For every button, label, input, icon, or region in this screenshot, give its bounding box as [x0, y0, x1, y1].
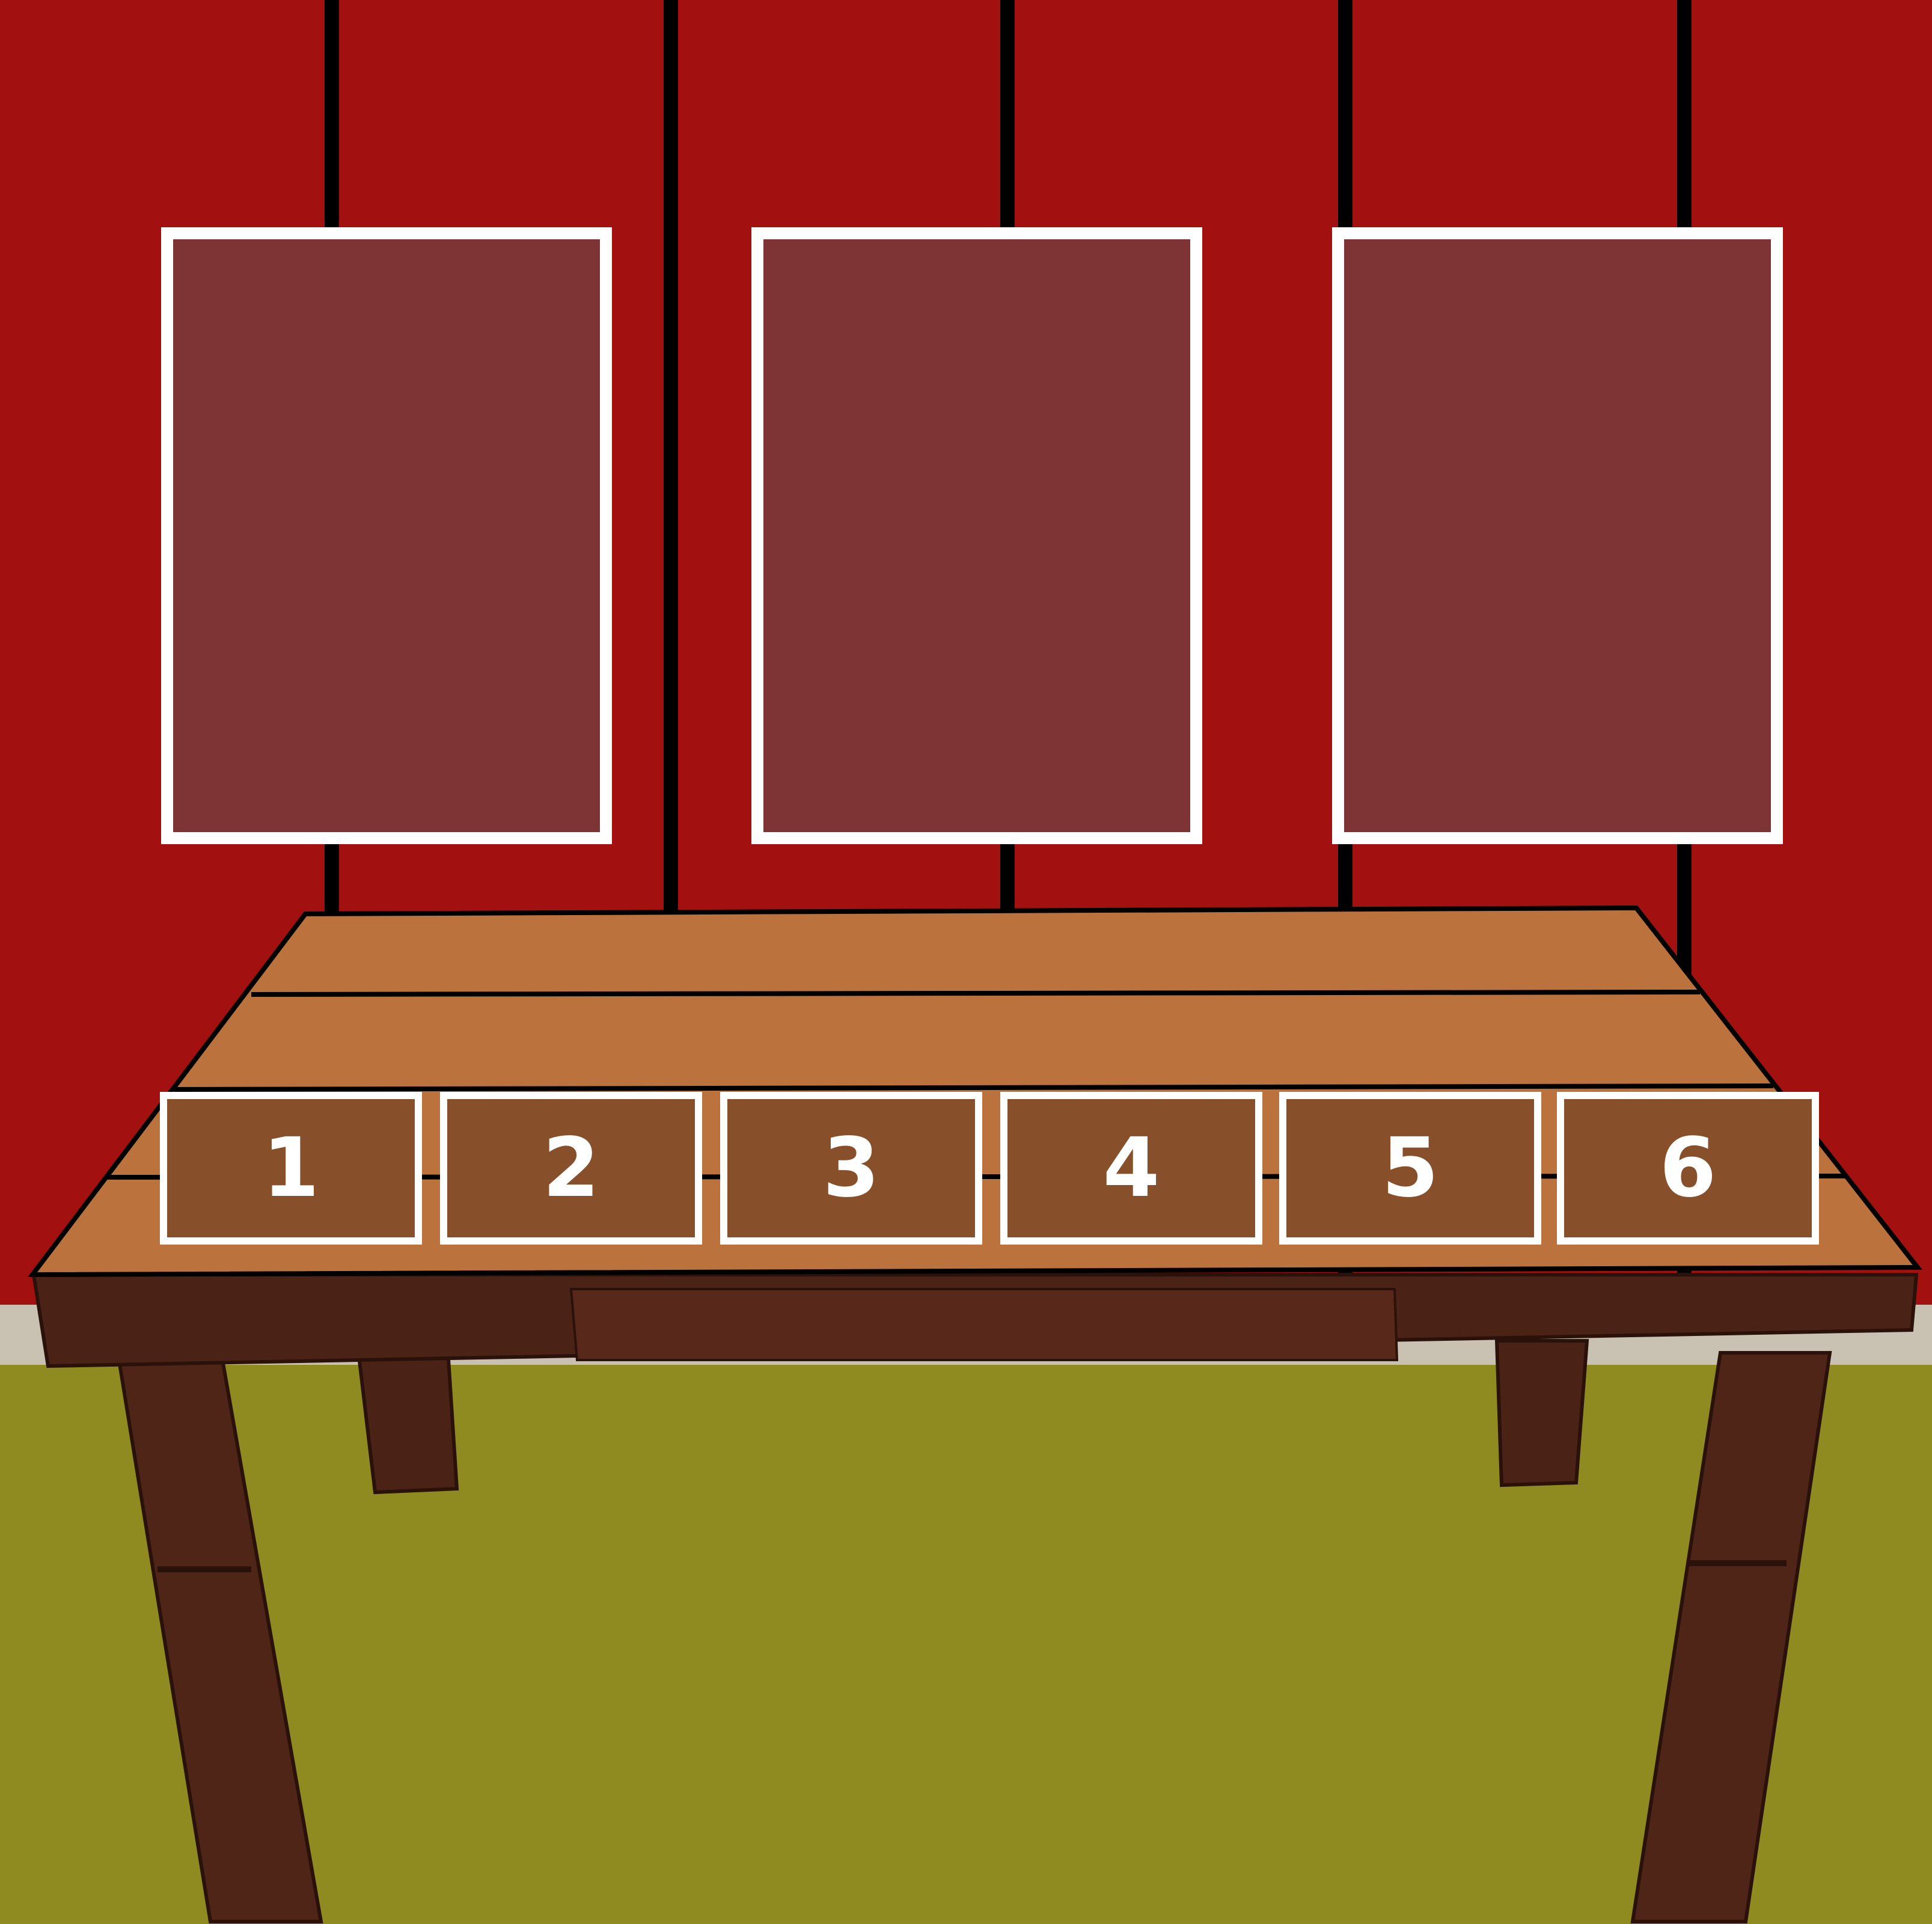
slot-label: 2 [542, 1121, 600, 1216]
number-slot-2[interactable]: 2 [440, 1092, 702, 1245]
number-slot-3[interactable]: 3 [720, 1092, 982, 1245]
table-front-right-leg [1630, 1351, 1832, 1923]
wooden-table [27, 905, 1923, 1923]
slot-label: 5 [1381, 1121, 1439, 1216]
table-back-right-leg [1494, 1339, 1589, 1487]
game-scene: 1 2 3 4 5 6 [0, 0, 1932, 1924]
number-slot-1[interactable]: 1 [160, 1092, 422, 1245]
table-front-left-leg [115, 1351, 323, 1923]
number-slot-6[interactable]: 6 [1557, 1092, 1819, 1245]
table-back-left-leg [355, 1339, 459, 1495]
slot-label: 4 [1102, 1121, 1160, 1216]
number-slot-5[interactable]: 5 [1279, 1092, 1541, 1245]
slot-label: 1 [262, 1121, 320, 1216]
slot-label: 3 [822, 1121, 880, 1216]
slot-label: 6 [1659, 1121, 1717, 1216]
number-slot-4[interactable]: 4 [1000, 1092, 1262, 1245]
